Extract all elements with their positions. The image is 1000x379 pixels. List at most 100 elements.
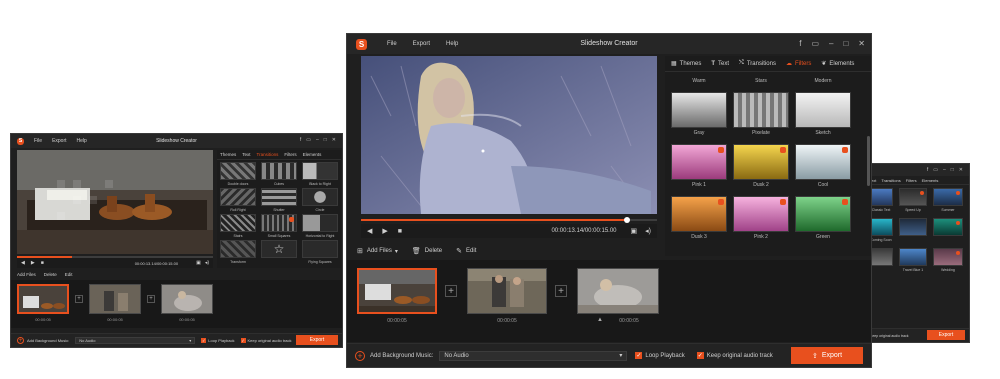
add-files-button[interactable]: ⊞ Add Files ▾ bbox=[357, 247, 398, 255]
tab-themes[interactable]: ▦ Themes bbox=[671, 60, 701, 68]
transition-item[interactable]: ☆ bbox=[261, 240, 297, 266]
transition-item[interactable]: Roll Right bbox=[220, 188, 256, 214]
snapshot-icon[interactable]: ▣ bbox=[196, 260, 201, 266]
audio-select[interactable]: No Audio ▾ bbox=[439, 350, 628, 361]
transition-slot[interactable]: + bbox=[555, 285, 567, 297]
maximize-icon[interactable]: □ bbox=[843, 39, 848, 48]
slide-thumb[interactable] bbox=[161, 284, 213, 314]
transition-item[interactable]: Stairs bbox=[220, 214, 256, 240]
edit-button[interactable]: Edit bbox=[65, 272, 73, 277]
text-template-item[interactable]: Wedding bbox=[933, 248, 963, 276]
tab-filters[interactable]: ☁ Filters bbox=[786, 60, 811, 68]
tab-themes[interactable]: Themes bbox=[220, 152, 236, 157]
minimize-icon[interactable]: – bbox=[829, 39, 833, 48]
filter-item[interactable]: Green bbox=[795, 196, 851, 242]
text-template-item[interactable] bbox=[899, 218, 927, 246]
text-template-item[interactable]: Classic Text bbox=[869, 188, 893, 216]
transition-item[interactable]: Horizontal to Right bbox=[302, 214, 338, 240]
text-template-item[interactable]: Summer bbox=[933, 188, 963, 216]
loop-checkbox[interactable]: ✓ Loop Playback bbox=[635, 352, 685, 359]
maximize-icon[interactable]: □ bbox=[324, 137, 327, 143]
filter-item[interactable]: Dusk 2 bbox=[733, 144, 789, 190]
play-icon[interactable]: ▶ bbox=[382, 227, 387, 235]
tab-transitions[interactable]: Transitions bbox=[257, 152, 279, 157]
audio-select[interactable]: No Audio ▾ bbox=[75, 337, 196, 344]
keep-audio-checkbox[interactable]: ✓ Keep original audio track bbox=[696, 352, 773, 359]
close-icon[interactable]: ✕ bbox=[332, 137, 336, 143]
play-icon[interactable]: ▶ bbox=[31, 260, 35, 266]
delete-button[interactable]: 🗑 Delete bbox=[412, 247, 442, 255]
transition-slot[interactable]: + bbox=[75, 295, 83, 303]
transition-item[interactable]: Transform bbox=[220, 240, 256, 266]
panel-scrollbar[interactable] bbox=[867, 136, 870, 186]
transition-slot[interactable]: + bbox=[445, 285, 457, 297]
menu-help[interactable]: Help bbox=[77, 138, 87, 144]
menu-export[interactable]: Export bbox=[52, 138, 66, 144]
tab-elements[interactable]: Elements bbox=[303, 152, 322, 157]
text-template-item[interactable] bbox=[933, 218, 963, 246]
menu-file[interactable]: File bbox=[387, 41, 397, 47]
transition-item[interactable]: Shutter bbox=[261, 188, 297, 214]
close-icon[interactable]: ✕ bbox=[858, 39, 865, 48]
stop-icon[interactable]: ■ bbox=[41, 260, 44, 266]
filter-item[interactable]: Gray bbox=[671, 92, 727, 138]
transition-item[interactable]: Circle bbox=[302, 188, 338, 214]
slide-thumb[interactable] bbox=[17, 284, 69, 314]
feedback-icon[interactable]: ▭ bbox=[933, 167, 938, 173]
text-template-item[interactable]: Travel Blue 1 bbox=[899, 248, 927, 276]
edit-button[interactable]: ✎ Edit bbox=[456, 247, 476, 255]
maximize-icon[interactable]: □ bbox=[951, 167, 954, 173]
transition-item[interactable]: Cubes bbox=[261, 162, 297, 188]
tab-transitions[interactable]: ⤭ Transitions bbox=[739, 60, 776, 67]
filter-item[interactable]: Pink 1 bbox=[671, 144, 727, 190]
export-button[interactable]: Export bbox=[927, 330, 965, 340]
tab-elements[interactable]: ❦ Elements bbox=[821, 60, 854, 68]
menu-file[interactable]: File bbox=[34, 138, 42, 144]
transition-item[interactable]: Small Squares bbox=[261, 214, 297, 240]
tab-text[interactable]: Text bbox=[242, 152, 250, 157]
facebook-icon[interactable]: f bbox=[927, 167, 928, 173]
transition-slot[interactable]: + bbox=[147, 295, 155, 303]
add-files-button[interactable]: Add Files bbox=[17, 272, 36, 277]
slide-thumb[interactable] bbox=[89, 284, 141, 314]
menu-export[interactable]: Export bbox=[413, 41, 430, 47]
filter-item[interactable]: Modern bbox=[795, 76, 851, 88]
video-preview[interactable] bbox=[361, 56, 657, 214]
snapshot-icon[interactable]: ▣ bbox=[631, 227, 638, 235]
filter-item[interactable]: Stars bbox=[733, 76, 789, 88]
transition-item[interactable]: Black to Right bbox=[302, 162, 338, 188]
stop-icon[interactable]: ■ bbox=[398, 228, 402, 235]
transition-item[interactable]: Flying Squares bbox=[302, 240, 338, 266]
text-template-item[interactable]: Speed Up bbox=[899, 188, 927, 216]
playback-progress[interactable] bbox=[361, 217, 657, 223]
facebook-icon[interactable]: f bbox=[300, 137, 301, 143]
tab-elements[interactable]: Elements bbox=[922, 178, 939, 183]
progress-handle[interactable] bbox=[624, 217, 631, 223]
filter-item[interactable]: Sketch bbox=[795, 92, 851, 138]
filter-item[interactable]: Dusk 3 bbox=[671, 196, 727, 242]
feedback-icon[interactable]: ▭ bbox=[811, 39, 819, 48]
facebook-icon[interactable]: f bbox=[799, 39, 801, 48]
text-template-item[interactable] bbox=[869, 248, 893, 276]
filter-item[interactable]: Cool bbox=[795, 144, 851, 190]
minimize-icon[interactable]: – bbox=[943, 167, 946, 173]
volume-icon[interactable]: ◂) bbox=[205, 260, 209, 266]
minimize-icon[interactable]: – bbox=[316, 137, 319, 143]
add-music-button[interactable]: + Add Background Music: bbox=[17, 337, 69, 344]
slide-thumb[interactable] bbox=[577, 268, 659, 314]
menu-help[interactable]: Help bbox=[446, 41, 458, 47]
tab-transitions[interactable]: Transitions bbox=[881, 178, 900, 183]
transition-item[interactable]: Double doors bbox=[220, 162, 256, 188]
keep-audio-checkbox[interactable]: ✓ Keep original audio track bbox=[240, 338, 292, 343]
feedback-icon[interactable]: ▭ bbox=[306, 137, 311, 143]
slide-thumb[interactable] bbox=[357, 268, 437, 314]
add-music-button[interactable]: + Add Background Music: bbox=[355, 350, 433, 361]
close-icon[interactable]: ✕ bbox=[959, 167, 963, 173]
filter-item[interactable]: Pink 2 bbox=[733, 196, 789, 242]
loop-checkbox[interactable]: ✓ Loop Playback bbox=[201, 338, 235, 343]
slide-thumb[interactable] bbox=[467, 268, 547, 314]
export-button[interactable]: Export bbox=[296, 335, 338, 345]
filter-item[interactable]: Pixelate bbox=[733, 92, 789, 138]
prev-icon[interactable]: ◀ bbox=[367, 227, 372, 235]
tab-filters[interactable]: Filters bbox=[284, 152, 296, 157]
